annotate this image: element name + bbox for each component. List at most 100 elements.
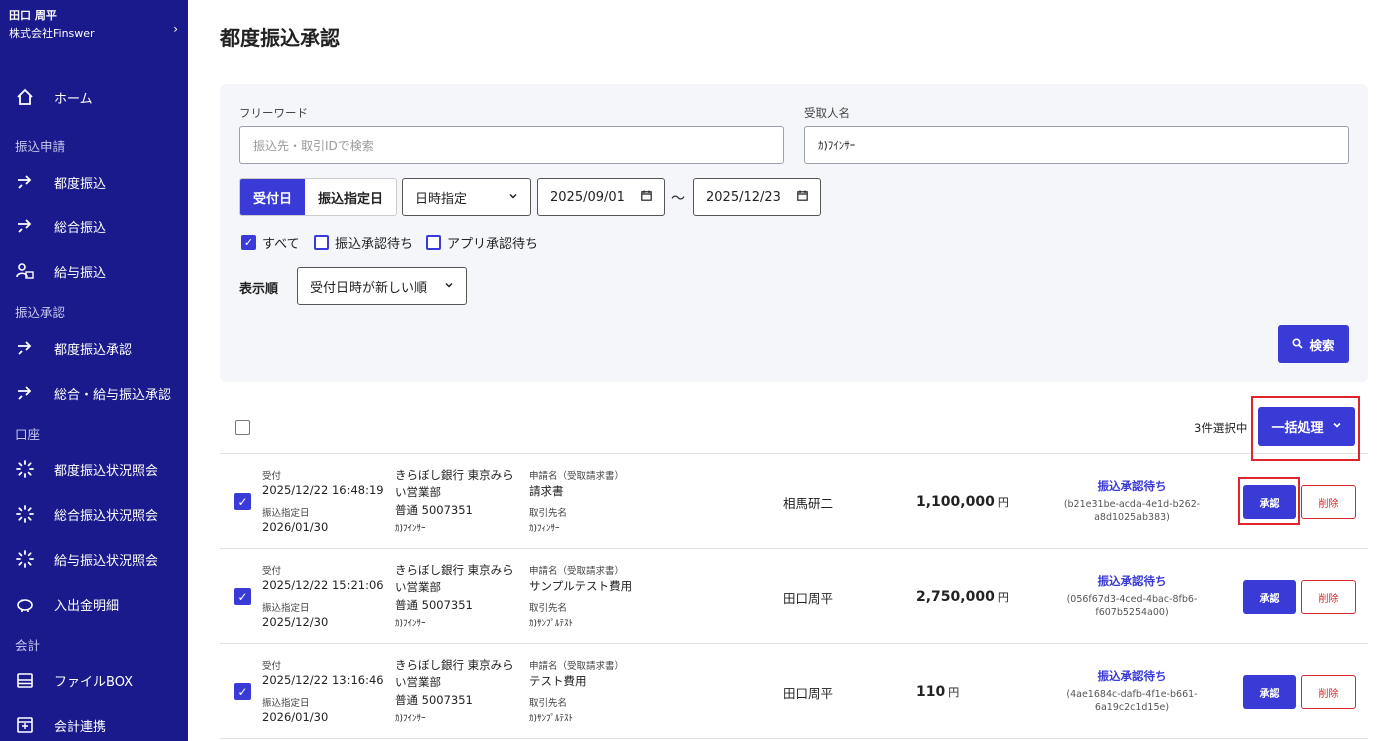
sidebar-item-salary-transfer[interactable]: 給与振込 bbox=[0, 251, 188, 291]
status-badge[interactable]: 振込承認待ち bbox=[1057, 478, 1207, 494]
date-from-value: 2025/09/01 bbox=[550, 189, 625, 205]
list-header: 3件選択中 一括処理 bbox=[220, 398, 1368, 454]
transfer-arrow-icon bbox=[15, 338, 35, 358]
company-name: 株式会社Finswer bbox=[9, 27, 95, 40]
sidebar-item-home[interactable]: ホーム bbox=[0, 77, 188, 117]
checkbox-all[interactable]: ✓ すべて bbox=[241, 233, 300, 252]
section-transfer-approval: 振込承認 bbox=[15, 305, 66, 320]
amount-value: 110 bbox=[916, 684, 946, 700]
table-row: ✓ 受付 2025/12/22 13:16:46 振込指定日 2026/01/3… bbox=[220, 644, 1368, 739]
sidebar-item-statement[interactable]: 入出金明細 bbox=[0, 584, 188, 624]
sidebar-item-label: 会計連携 bbox=[54, 719, 107, 735]
checkmark-icon: ✓ bbox=[237, 494, 248, 509]
sidebar-item-salary-status[interactable]: 給与振込状況照会 bbox=[0, 539, 188, 579]
date-from-input[interactable]: 2025/09/01 bbox=[537, 178, 665, 216]
bank-branch: い営業部 bbox=[395, 675, 441, 689]
search-button[interactable]: 検索 bbox=[1278, 325, 1349, 363]
checkbox-transfer-wait[interactable]: 振込承認待ち bbox=[314, 233, 413, 252]
delete-button[interactable]: 削除 bbox=[1301, 675, 1356, 709]
applicant-name: 田口周平 bbox=[783, 686, 834, 701]
received-label: 受付 bbox=[262, 471, 282, 482]
approve-button[interactable]: 承認 bbox=[1243, 675, 1296, 709]
sidebar-item-label: 総合振込 bbox=[54, 220, 107, 236]
row-checkbox[interactable]: ✓ bbox=[234, 493, 251, 510]
row-checkbox[interactable]: ✓ bbox=[234, 588, 251, 605]
chevron-down-icon bbox=[444, 279, 454, 294]
sidebar-item-bulk-transfer[interactable]: 総合振込 bbox=[0, 206, 188, 246]
amount: 1,100,000 円 bbox=[916, 491, 1009, 510]
checkbox-box bbox=[314, 235, 329, 250]
amount-value: 2,750,000 bbox=[916, 589, 995, 605]
transfer-arrow-icon bbox=[15, 216, 35, 236]
designated-date: 2026/01/30 bbox=[262, 520, 329, 534]
chevron-down-icon bbox=[508, 190, 518, 205]
highlight-bulk-action bbox=[1251, 396, 1360, 461]
account-holder: ｶ)ﾌｲﾝｻｰ bbox=[395, 619, 426, 629]
partner-name: ｶ)ｻﾝﾌﾟﾙﾃｽﾄ bbox=[529, 714, 574, 724]
date-to-value: 2025/12/23 bbox=[706, 189, 781, 205]
bank-name: きらぼし銀行 東京みら bbox=[395, 658, 514, 672]
account-holder: ｶ)ﾌｲﾝｻｰ bbox=[395, 524, 426, 534]
date-type-toggle: 受付日 振込指定日 bbox=[239, 178, 398, 216]
sidebar-item-label: 都度振込状況照会 bbox=[54, 463, 159, 479]
piggy-bank-icon bbox=[15, 594, 35, 614]
sidebar-item-single-status[interactable]: 都度振込状況照会 bbox=[0, 449, 188, 489]
sidebar-item-single-approval[interactable]: 都度振込承認 bbox=[0, 328, 188, 368]
sidebar-item-label: ホーム bbox=[54, 91, 93, 107]
row-checkbox[interactable]: ✓ bbox=[234, 683, 251, 700]
loading-spinner-icon bbox=[15, 504, 35, 524]
selected-count: 3件選択中 bbox=[1194, 421, 1248, 435]
sidebar-item-label: 給与振込 bbox=[54, 265, 107, 281]
salary-icon bbox=[15, 261, 35, 281]
sidebar-item-bulk-status[interactable]: 総合振込状況照会 bbox=[0, 494, 188, 534]
delete-button[interactable]: 削除 bbox=[1301, 485, 1356, 519]
user-menu[interactable]: 田口 周平 株式会社Finswer › bbox=[0, 0, 188, 52]
received-datetime: 2025/12/22 15:21:06 bbox=[262, 578, 384, 592]
sidebar-item-bulk-salary-approval[interactable]: 総合・給与振込承認 bbox=[0, 373, 188, 413]
checkbox-all-label: すべて bbox=[262, 237, 300, 252]
partner-label: 取引先名 bbox=[529, 698, 568, 709]
recipient-input[interactable]: ｶ)ﾌｲﾝｻｰ bbox=[804, 126, 1349, 164]
applicant-name: 田口周平 bbox=[783, 591, 834, 606]
toggle-designated-date[interactable]: 振込指定日 bbox=[305, 179, 396, 215]
account-number: 普通 5007351 bbox=[395, 503, 473, 517]
sort-label: 表示順 bbox=[239, 282, 279, 297]
bank-name: きらぼし銀行 東京みら bbox=[395, 563, 514, 577]
freeword-input[interactable]: 振込先・取引IDで検索 bbox=[239, 126, 784, 164]
sidebar-item-accounting-link[interactable]: 会計連携 bbox=[0, 705, 188, 741]
checkbox-transfer-wait-label: 振込承認待ち bbox=[335, 237, 414, 252]
received-datetime: 2025/12/22 16:48:19 bbox=[262, 483, 384, 497]
home-icon bbox=[15, 87, 35, 107]
sidebar-item-label: 総合振込状況照会 bbox=[54, 508, 159, 524]
period-select[interactable]: 日時指定 bbox=[402, 178, 531, 216]
sidebar-item-label: 入出金明細 bbox=[54, 598, 120, 614]
sidebar-item-filebox[interactable]: ファイルBOX bbox=[0, 660, 188, 700]
approve-button[interactable]: 承認 bbox=[1243, 580, 1296, 614]
select-all-checkbox[interactable] bbox=[235, 420, 250, 435]
amount: 2,750,000 円 bbox=[916, 586, 1009, 605]
yen-unit: 円 bbox=[997, 591, 1009, 604]
request-name: サンプルテスト費用 bbox=[529, 579, 633, 593]
sort-select-value: 受付日時が新しい順 bbox=[310, 280, 428, 296]
user-name: 田口 周平 bbox=[9, 9, 57, 22]
calendar-icon bbox=[797, 190, 808, 204]
section-accounting: 会計 bbox=[15, 638, 41, 653]
sidebar-item-single-transfer[interactable]: 都度振込 bbox=[0, 162, 188, 202]
recipient-label: 受取人名 bbox=[804, 106, 850, 120]
checkmark-icon: ✓ bbox=[237, 684, 248, 699]
page-title: 都度振込承認 bbox=[220, 26, 340, 50]
range-tilde: 〜 bbox=[671, 191, 685, 207]
loading-spinner-icon bbox=[15, 459, 35, 479]
checkbox-app-wait[interactable]: アプリ承認待ち bbox=[426, 233, 538, 252]
delete-button[interactable]: 削除 bbox=[1301, 580, 1356, 614]
request-name: テスト費用 bbox=[529, 674, 587, 688]
section-transfer-request: 振込申請 bbox=[15, 139, 66, 154]
partner-label: 取引先名 bbox=[529, 508, 568, 519]
sort-select[interactable]: 受付日時が新しい順 bbox=[297, 267, 467, 305]
date-to-input[interactable]: 2025/12/23 bbox=[693, 178, 821, 216]
status-badge[interactable]: 振込承認待ち bbox=[1057, 668, 1207, 684]
designated-label: 振込指定日 bbox=[262, 603, 310, 614]
request-label: 申請名（受取請求書） bbox=[529, 661, 625, 672]
toggle-received-date[interactable]: 受付日 bbox=[240, 179, 306, 215]
status-badge[interactable]: 振込承認待ち bbox=[1057, 573, 1207, 589]
